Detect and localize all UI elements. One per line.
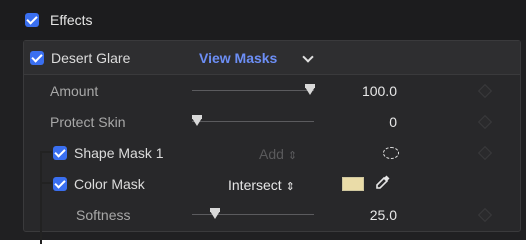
eyedropper-icon[interactable] xyxy=(374,173,392,191)
amount-value[interactable]: 100.0 xyxy=(337,83,397,99)
effects-checkbox[interactable] xyxy=(25,13,39,27)
color-mask-label: Color Mask xyxy=(74,176,145,192)
amount-slider-thumb[interactable] xyxy=(305,84,315,95)
protect-skin-slider-track[interactable] xyxy=(192,121,314,122)
effects-label: Effects xyxy=(50,12,93,28)
protect-skin-value[interactable]: 0 xyxy=(337,114,397,130)
protect-skin-label: Protect Skin xyxy=(50,114,126,130)
updown-arrows-icon: ⇕ xyxy=(287,150,298,162)
softness-label: Softness xyxy=(76,207,131,223)
callout-line-shape-mask xyxy=(40,151,52,153)
color-mask-mode-label: Intersect xyxy=(228,177,282,193)
view-masks-button[interactable]: View Masks xyxy=(199,50,277,66)
color-swatch[interactable] xyxy=(342,177,364,191)
color-mask-mode-popup[interactable]: Intersect ⇕ xyxy=(228,177,295,195)
ellipse-mask-icon[interactable] xyxy=(383,147,399,159)
protect-skin-keyframe-icon[interactable] xyxy=(477,114,493,130)
effect-title-row: Desert Glare View Masks xyxy=(24,41,520,75)
softness-value[interactable]: 25.0 xyxy=(337,207,397,223)
shape-mask-keyframe-icon[interactable] xyxy=(477,145,493,161)
updown-arrows-icon: ⇕ xyxy=(285,181,295,193)
protect-skin-slider-thumb[interactable] xyxy=(192,115,202,126)
softness-keyframe-icon[interactable] xyxy=(477,207,493,223)
shape-mask-label: Shape Mask 1 xyxy=(74,145,164,161)
amount-label: Amount xyxy=(50,83,99,99)
color-mask-checkbox[interactable] xyxy=(53,177,67,191)
shape-mask-mode-popup: Add ⇕ xyxy=(259,146,297,164)
shape-mask-mode-label: Add xyxy=(259,146,284,162)
effect-options-chevron-icon[interactable] xyxy=(302,51,314,63)
softness-slider-thumb[interactable] xyxy=(210,208,220,219)
amount-slider-track[interactable] xyxy=(192,90,314,91)
effect-name: Desert Glare xyxy=(51,50,131,66)
amount-keyframe-icon[interactable] xyxy=(477,83,493,99)
effect-enable-checkbox[interactable] xyxy=(30,51,44,65)
video-inspector: Effects Desert Glare View Masks Amount 1… xyxy=(0,0,526,240)
effect-panel: Desert Glare View Masks Amount 100.0 Pro… xyxy=(23,40,521,232)
shape-mask-checkbox[interactable] xyxy=(53,146,67,160)
callout-line-vertical xyxy=(40,151,42,244)
effects-header: Effects xyxy=(0,0,526,40)
callout-line-color-mask xyxy=(40,182,52,184)
